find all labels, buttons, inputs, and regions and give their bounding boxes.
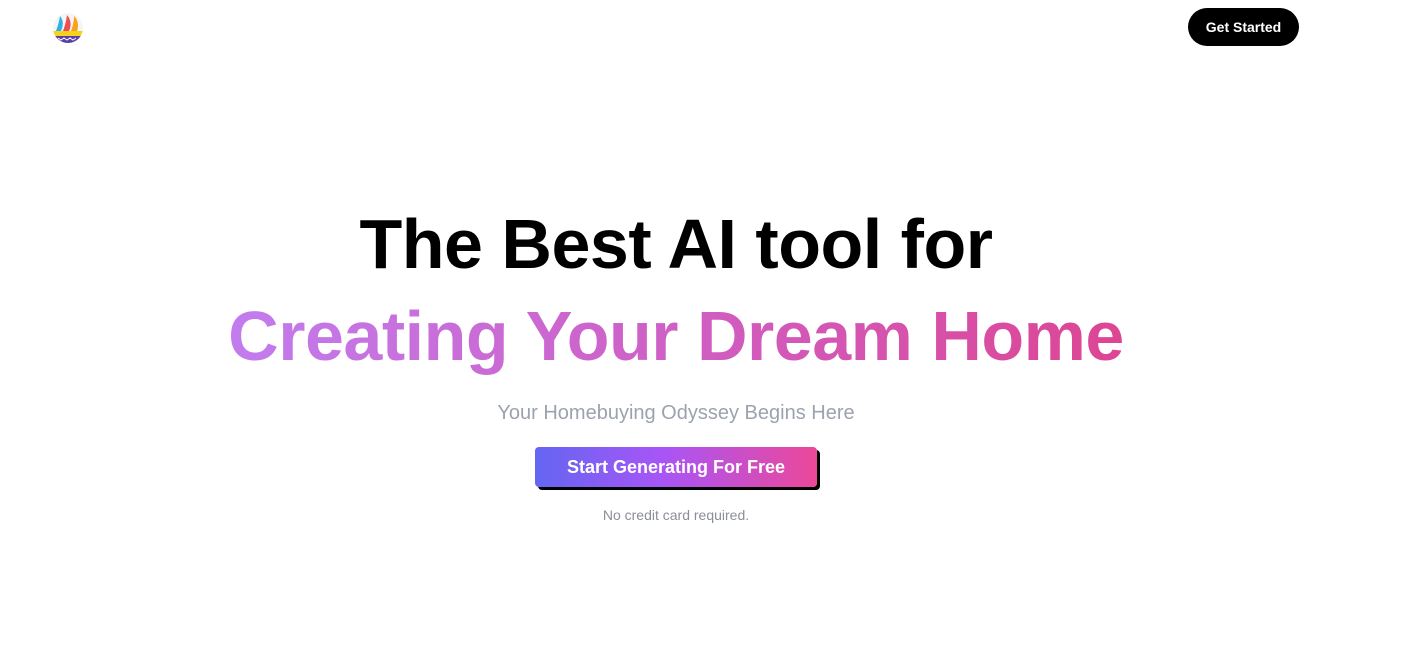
no-credit-card-note: No credit card required. — [602, 507, 750, 523]
get-started-button[interactable]: Get Started — [1188, 8, 1299, 46]
headline-line-2: Creating Your Dream Home — [228, 288, 1124, 384]
landing-page: Get Started The Best AI tool for Creatin… — [0, 0, 1421, 656]
cta-wrapper: Start Generating For Free — [535, 447, 817, 487]
sailboat-logo-icon[interactable] — [52, 12, 84, 44]
hero-subtitle: Your Homebuying Odyssey Begins Here — [497, 402, 855, 424]
headline-line-1: The Best AI tool for — [359, 205, 993, 283]
hero-section: The Best AI tool for Creating Your Dream… — [0, 200, 1352, 523]
start-generating-button[interactable]: Start Generating For Free — [535, 447, 817, 487]
